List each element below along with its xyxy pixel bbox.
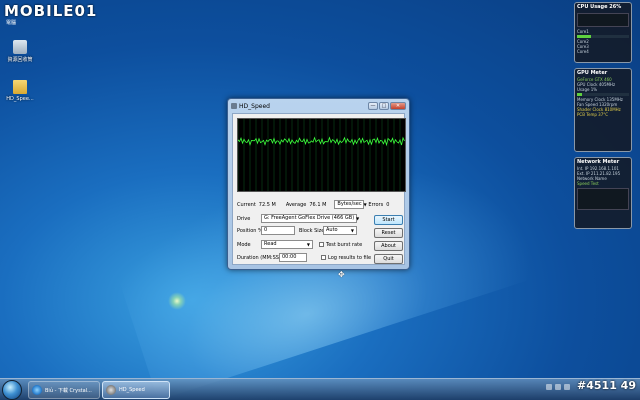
network-meter-gadget[interactable]: Network Meter Int. IP 192.168.1.101 Ext.… [574,157,632,229]
tray-icon [564,384,570,390]
log-results-label: Log results to file [328,254,372,261]
maximize-button[interactable]: □ [379,102,389,110]
chevron-down-icon: ▼ [350,228,354,233]
speed-graph [237,118,406,192]
core-line: Core1 [577,29,589,34]
system-tray[interactable] [546,384,570,390]
gpu-meter-gadget[interactable]: GPU Meter GeForce GTX 460 GPU Clock 405M… [574,68,632,152]
network-graph [577,188,629,210]
chevron-down-icon: ▼ [356,216,360,221]
position-label: Position % [237,227,263,234]
gadget-title: GPU Meter [577,70,608,76]
hd-speed-icon [106,385,116,395]
tray-icon [546,384,552,390]
checkbox-box [321,255,326,260]
gpu-bar [577,93,629,96]
browser-icon [32,385,42,395]
current-label: Current [237,201,256,208]
speed-trace [238,136,405,147]
duration-input[interactable]: 00:00 [279,253,307,262]
reset-button[interactable]: Reset [374,228,403,238]
window-titlebar[interactable]: HD_Speed — □ ✕ [228,99,409,113]
average-value: 76.1 M [309,201,327,208]
desktop-icon-hd-speed[interactable]: HD_Spee... [0,80,40,102]
desktop-icon-label: 資源回收筒 [7,57,33,63]
drive-select[interactable]: G: FreeAgent GoFlex Drive (466 GB) ▼ [261,214,360,223]
site-logo: MOBILE01 [4,2,98,20]
checkbox-box [319,242,324,247]
desktop-icon-recycle-bin[interactable]: 資源回收筒 [0,40,40,63]
desktop-icon-label: HD_Spee... [6,96,34,102]
drive-row: Drive G: FreeAgent GoFlex Drive (466 GB)… [237,214,360,223]
test-burst-checkbox[interactable]: Test burst rate [319,242,362,248]
current-value: 72.5 M [258,201,276,208]
minimize-button[interactable]: — [368,102,378,110]
close-button[interactable]: ✕ [390,102,406,110]
duration-label: Duration (MM:SS) [237,254,281,261]
position-input[interactable]: 0 [261,226,295,235]
wallpaper-sparkle [168,292,186,310]
block-size-select[interactable]: Auto ▼ [323,226,357,235]
cpu-usage-gadget[interactable]: CPU Usage 26% Core1 Core2 Core3 Core4 [574,2,632,63]
start-button[interactable]: Start [374,215,403,225]
taskbar-item-browser[interactable]: Biủ - 下載 Crystal... [28,381,100,399]
folder-icon [13,80,27,94]
cpu-graph [577,13,629,27]
watermark: #4511 49 [577,379,636,392]
network-line: Speed Test [577,181,599,186]
mode-select[interactable]: Read ▼ [261,240,313,249]
mode-label: Mode [237,241,251,248]
app-icon [231,103,237,109]
taskbar: Biủ - 下載 Crystal... HD_Speed [0,378,640,400]
window-client: Current 72.5 M Average 76.1 M Bytes/sec ▼… [232,113,406,265]
duration-row: Duration (MM:SS) 00:00 Log results to fi… [237,253,371,262]
average-label: Average [285,201,307,208]
taskbar-item-hd-speed[interactable]: HD_Speed [102,381,170,399]
core-bar [577,35,629,38]
gadget-title: CPU Usage 26% [577,4,622,10]
quit-button[interactable]: Quit [374,254,403,264]
stats-row: Current 72.5 M Average 76.1 M Bytes/sec ▼… [237,200,389,209]
drive-label: Drive [237,215,251,222]
errors-label: Errors [368,201,384,208]
log-results-checkbox[interactable]: Log results to file [321,255,371,261]
unit-select[interactable]: Bytes/sec ▼ [334,200,367,209]
mode-row: Mode Read ▼ Test burst rate [237,240,362,249]
tray-icon [555,384,561,390]
speed-graph-canvas [238,119,405,191]
about-button[interactable]: About [374,241,403,251]
hd-speed-window[interactable]: HD_Speed — □ ✕ Current 72.5 M Average 76… [227,98,410,270]
recycle-bin-icon [13,40,27,54]
start-button[interactable] [2,380,22,400]
test-burst-label: Test burst rate [326,241,363,248]
gpu-line: PCB Temp 37°C [577,112,609,117]
core-line: Core4 [577,49,589,54]
task-label: HD_Speed [119,387,145,393]
task-label: Biủ - 下載 Crystal... [45,387,92,394]
gpu-line: Usage 1% [577,87,598,92]
position-row: Position % 0 Block Size Auto ▼ [237,226,357,235]
chevron-down-icon: ▼ [363,202,367,207]
mouse-cursor: ✥ [338,270,345,279]
logo-subtitle: 電腦 [6,20,17,26]
errors-value: 0 [386,201,390,208]
gadget-title: Network Meter [577,159,620,165]
chevron-down-icon: ▼ [306,242,310,247]
window-title: HD_Speed [239,102,270,110]
block-size-label: Block Size [299,227,325,234]
